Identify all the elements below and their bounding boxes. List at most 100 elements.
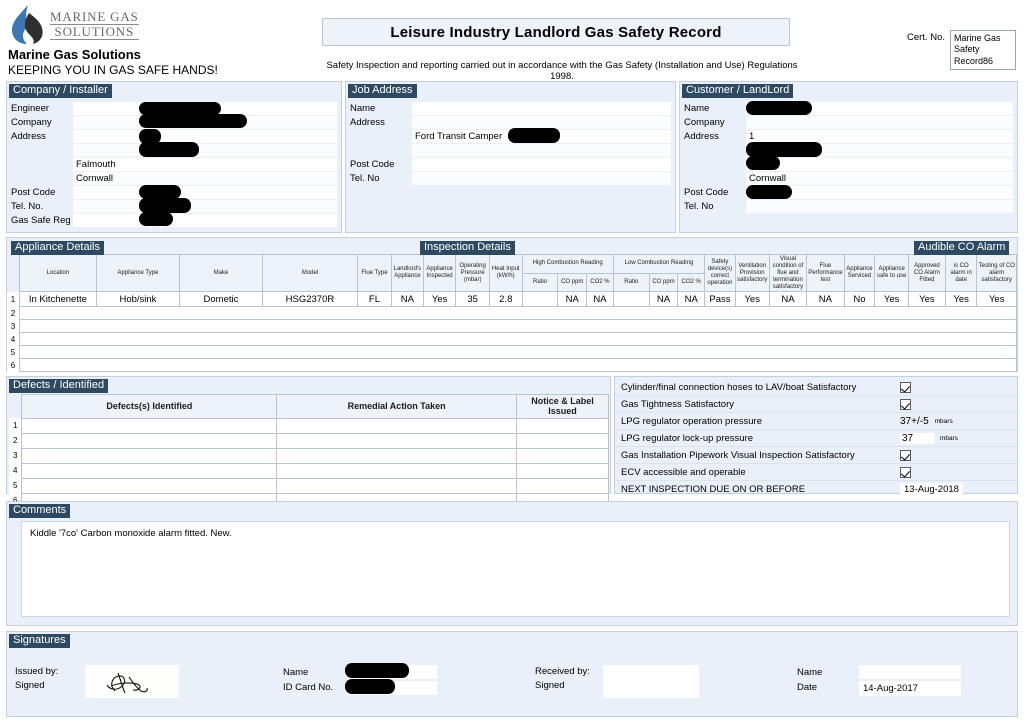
cell-high-co2[interactable]: NA <box>586 291 614 308</box>
job-field-name[interactable] <box>412 101 671 115</box>
customer-field-company[interactable] <box>746 115 1013 129</box>
company-field-address-3[interactable]: Falmouth <box>73 157 337 171</box>
table-row[interactable]: 1 In Kitchenette Hob/sink Dometic HSG237… <box>7 291 1017 308</box>
cell-remedial[interactable] <box>276 462 518 479</box>
cell-flue-performance[interactable]: NA <box>806 291 845 308</box>
cell-operating-pressure[interactable]: 35 <box>455 291 490 308</box>
cell-defect[interactable] <box>21 462 278 479</box>
cell-safe-to-use[interactable]: Yes <box>874 291 909 308</box>
company-field-postcode[interactable] <box>73 184 337 199</box>
cell-notice[interactable] <box>516 417 609 434</box>
company-field-company[interactable] <box>73 113 337 129</box>
cell-notice[interactable] <box>516 432 609 449</box>
cell-ventilation[interactable]: Yes <box>734 291 770 308</box>
company-field-address-1[interactable] <box>73 128 337 144</box>
cell-defect[interactable] <box>21 477 278 494</box>
table-row[interactable]: 5 <box>9 477 609 494</box>
job-field-address-2[interactable]: Ford Transit Camper <box>412 127 671 143</box>
customer-field-address-4[interactable]: Cornwall <box>746 171 1013 185</box>
customer-field-tel[interactable] <box>746 199 1013 213</box>
cell-empty-row[interactable] <box>18 319 1018 334</box>
customer-field-name[interactable] <box>746 100 1013 115</box>
cell-high-ratio[interactable] <box>521 291 559 308</box>
checklist-item-lpg-operation-pressure[interactable]: LPG regulator operation pressure 37+/-5 … <box>616 413 1016 430</box>
cell-inspected[interactable]: Yes <box>422 291 457 308</box>
cell-serviced[interactable]: No <box>843 291 876 308</box>
received-name-field[interactable] <box>859 665 961 679</box>
cell-remedial[interactable] <box>276 432 518 449</box>
checkbox-icon[interactable] <box>900 449 911 461</box>
table-row[interactable]: 6 <box>7 358 1018 373</box>
cell-appliance-type[interactable]: Hob/sink <box>95 291 181 308</box>
table-row[interactable]: 2 <box>7 306 1018 321</box>
checklist-item-pipework-visual[interactable]: Gas Installation Pipework Visual Inspect… <box>616 447 1016 464</box>
cell-defect[interactable] <box>21 447 278 464</box>
table-row[interactable]: 4 <box>7 332 1018 347</box>
cell-co-fitted[interactable]: Yes <box>907 291 946 308</box>
next-inspection-date-value[interactable]: 13-Aug-2018 <box>900 483 963 496</box>
cell-empty-row[interactable] <box>18 358 1018 373</box>
cell-notice[interactable] <box>516 462 609 479</box>
cell-notice[interactable] <box>516 477 609 494</box>
cell-make[interactable]: Dometic <box>179 291 263 308</box>
job-field-address-3[interactable] <box>412 143 671 157</box>
checklist-item-gas-tightness[interactable]: Gas Tightness Satisfactory <box>616 396 1016 413</box>
checkbox-icon[interactable] <box>900 398 911 410</box>
table-row[interactable]: 5 <box>7 345 1018 360</box>
cell-remedial[interactable] <box>276 447 518 464</box>
cell-low-co[interactable]: NA <box>648 291 679 308</box>
cell-high-co[interactable]: NA <box>557 291 588 308</box>
certificate-number-field[interactable]: Marine Gas Safety Record86 <box>950 30 1016 70</box>
table-row[interactable]: 2 <box>9 432 609 449</box>
customer-field-address-3[interactable] <box>746 155 1013 171</box>
table-row[interactable]: 3 <box>9 447 609 464</box>
checkbox-icon[interactable] <box>900 466 911 478</box>
issued-idcard-field[interactable] <box>345 679 437 695</box>
cell-landlords[interactable]: NA <box>390 291 424 308</box>
job-field-tel[interactable] <box>412 171 671 185</box>
cell-notice[interactable] <box>516 447 609 464</box>
issued-signature-field[interactable] <box>85 665 179 698</box>
issued-name-field[interactable] <box>345 663 437 679</box>
checkbox-icon[interactable] <box>900 381 911 393</box>
checklist-item-cylinder-hoses[interactable]: Cylinder/final connection hoses to LAV/b… <box>616 379 1016 396</box>
company-field-address-2[interactable] <box>73 141 337 157</box>
cell-flue-visual[interactable]: NA <box>768 291 808 308</box>
cell-empty-row[interactable] <box>18 345 1018 360</box>
comments-textarea[interactable]: Kiddle '7co' Carbon monoxide alarm fitte… <box>21 521 1010 617</box>
table-row[interactable]: 1 <box>9 417 609 434</box>
cell-low-co2[interactable]: NA <box>677 291 706 308</box>
cell-remedial[interactable] <box>276 477 518 494</box>
table-row[interactable]: 4 <box>9 462 609 479</box>
cell-defect[interactable] <box>21 417 278 434</box>
cell-empty-row[interactable] <box>18 332 1018 347</box>
company-field-engineer[interactable] <box>73 101 337 115</box>
cell-empty-row[interactable] <box>18 306 1018 321</box>
company-field-tel[interactable] <box>73 197 337 213</box>
lpg-operation-pressure-value[interactable]: 37+/-5 <box>896 416 929 427</box>
customer-field-postcode[interactable] <box>746 184 1013 199</box>
cell-defect[interactable] <box>21 432 278 449</box>
received-signature-field[interactable] <box>603 665 699 698</box>
cell-co-test[interactable]: Yes <box>976 291 1017 308</box>
cell-low-ratio[interactable] <box>612 291 650 308</box>
customer-field-address-1[interactable]: 1 <box>746 129 1013 143</box>
job-field-postcode[interactable] <box>412 157 671 171</box>
cell-heat-input[interactable]: 2.8 <box>488 291 523 308</box>
job-field-address-1[interactable] <box>412 115 671 129</box>
table-row[interactable]: 3 <box>7 319 1018 334</box>
cell-safety-device[interactable]: Pass <box>704 291 736 308</box>
company-field-gassafe[interactable] <box>73 211 337 227</box>
checklist-item-next-inspection-due[interactable]: NEXT INSPECTION DUE ON OR BEFORE 13-Aug-… <box>616 481 1016 498</box>
cell-model[interactable]: HSG2370R <box>261 291 358 308</box>
company-field-address-4[interactable]: Cornwall <box>73 171 337 185</box>
cell-location[interactable]: In Kitchenette <box>18 291 97 308</box>
cell-flue-type[interactable]: FL <box>356 291 392 308</box>
lpg-lockup-pressure-value[interactable]: 37 <box>900 432 934 444</box>
checklist-item-ecv-accessible[interactable]: ECV accessible and operable <box>616 464 1016 481</box>
cell-remedial[interactable] <box>276 417 518 434</box>
cell-co-in-date[interactable]: Yes <box>944 291 978 308</box>
customer-field-address-2[interactable] <box>746 141 1013 157</box>
checklist-item-lpg-lockup-pressure[interactable]: LPG regulator lock-up pressure 37 mbars <box>616 430 1016 447</box>
received-date-field[interactable]: 14-Aug-2017 <box>859 681 961 696</box>
